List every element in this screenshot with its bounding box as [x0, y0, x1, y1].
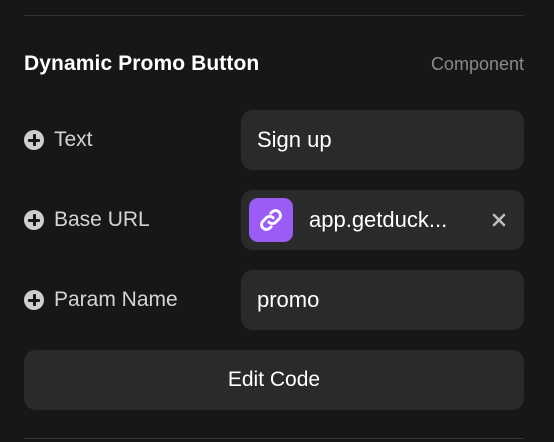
- property-label: Text: [54, 128, 93, 151]
- property-label: Base URL: [54, 208, 150, 231]
- property-row-text: Text Sign up: [24, 110, 524, 170]
- property-label-group: Text: [24, 128, 241, 152]
- base-url-field[interactable]: app.getduck...: [241, 190, 524, 250]
- add-circle-icon[interactable]: [24, 130, 44, 150]
- base-url-value: app.getduck...: [309, 207, 448, 232]
- property-label-group: Base URL: [24, 208, 241, 232]
- component-properties-panel: Dynamic Promo Button Component Text Sign…: [0, 0, 554, 442]
- clear-icon[interactable]: [490, 211, 508, 229]
- property-row-base-url: Base URL app.getduck...: [24, 190, 524, 250]
- bottom-divider: [24, 438, 524, 439]
- param-name-field[interactable]: promo: [241, 270, 524, 330]
- property-label-group: Param Name: [24, 288, 241, 312]
- component-title: Dynamic Promo Button: [24, 52, 260, 75]
- panel-header: Dynamic Promo Button Component: [24, 46, 524, 82]
- component-type-label: Component: [430, 53, 524, 74]
- add-circle-icon[interactable]: [24, 290, 44, 310]
- add-circle-icon[interactable]: [24, 210, 44, 230]
- text-value-field[interactable]: Sign up: [241, 110, 524, 170]
- link-icon: [249, 198, 293, 242]
- top-divider: [24, 15, 524, 16]
- property-row-param-name: Param Name promo: [24, 270, 524, 330]
- property-label: Param Name: [54, 288, 178, 311]
- edit-code-button[interactable]: Edit Code: [24, 350, 524, 410]
